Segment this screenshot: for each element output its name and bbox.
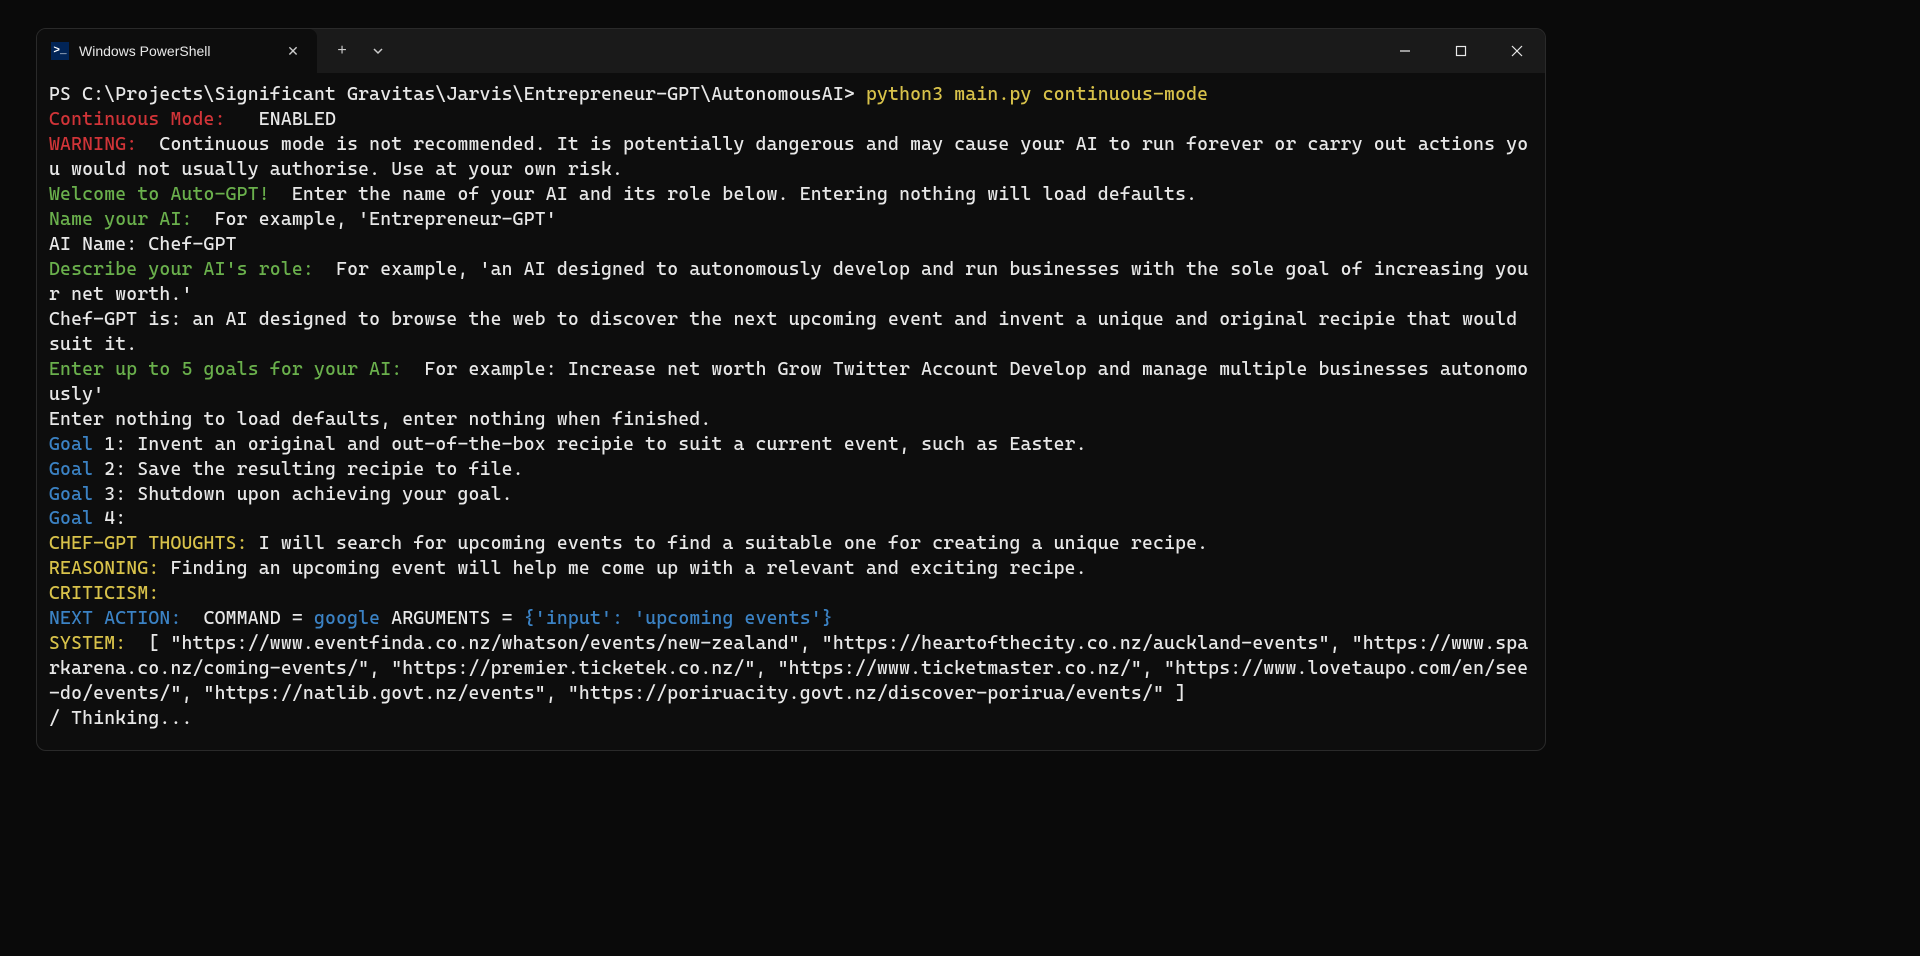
goal-4-text: 4:	[93, 508, 126, 529]
goal-2-label: Goal	[49, 459, 93, 480]
warning-label: WARNING:	[49, 134, 148, 155]
next-action-label: NEXT ACTION:	[49, 608, 193, 629]
welcome-text: Enter the name of your AI and its role b…	[281, 184, 1197, 205]
next-action-args: {'input': 'upcoming events'}	[524, 608, 833, 629]
command-input: python3 main.py continuous-mode	[855, 84, 1208, 105]
goal-1-label: Goal	[49, 434, 93, 455]
tab-powershell[interactable]: >_ Windows PowerShell ✕	[37, 29, 317, 73]
reasoning-label: REASONING:	[49, 558, 159, 579]
window-controls	[1377, 29, 1545, 73]
titlebar: >_ Windows PowerShell ✕ +	[37, 29, 1545, 73]
minimize-button[interactable]	[1377, 29, 1433, 73]
goal-2-text: 2: Save the resulting recipie to file.	[93, 459, 524, 480]
tab-dropdown-button[interactable]	[363, 36, 393, 66]
minimize-icon	[1399, 45, 1411, 57]
goals-label: Enter up to 5 goals for your AI:	[49, 359, 413, 380]
powershell-icon: >_	[51, 42, 69, 60]
system-output: [ "https://www.eventfinda.co.nz/whatson/…	[49, 633, 1528, 704]
goal-1-text: 1: Invent an original and out-of-the-box…	[93, 434, 1087, 455]
criticism-label: CRITICISM:	[49, 583, 159, 604]
next-action-args-label: ARGUMENTS =	[380, 608, 524, 629]
prompt-path: PS C:\Projects\Significant Gravitas\Jarv…	[49, 84, 855, 105]
chevron-down-icon	[372, 45, 384, 57]
thoughts-text: I will search for upcoming events to fin…	[248, 533, 1208, 554]
goal-4-label: Goal	[49, 508, 93, 529]
new-tab-button[interactable]: +	[327, 36, 357, 66]
close-window-button[interactable]	[1489, 29, 1545, 73]
next-action-command: google	[314, 608, 380, 629]
reasoning-text: Finding an upcoming event will help me c…	[159, 558, 1086, 579]
maximize-icon	[1455, 45, 1467, 57]
warning-text: Continuous mode is not recommended. It i…	[49, 134, 1528, 180]
name-ai-label: Name your AI:	[49, 209, 204, 230]
goals-hint: Enter nothing to load defaults, enter no…	[49, 409, 711, 430]
tab-title: Windows PowerShell	[79, 42, 273, 61]
terminal-window: >_ Windows PowerShell ✕ + PS C:\Projects…	[36, 28, 1546, 751]
thoughts-label: CHEF-GPT THOUGHTS:	[49, 533, 248, 554]
system-label: SYSTEM:	[49, 633, 137, 654]
describe-role-label: Describe your AI's role:	[49, 259, 325, 280]
next-action-command-label: COMMAND =	[193, 608, 314, 629]
chef-gpt-description: Chef-GPT is: an AI designed to browse th…	[49, 309, 1528, 355]
goal-3-label: Goal	[49, 484, 93, 505]
terminal-output[interactable]: PS C:\Projects\Significant Gravitas\Jarv…	[37, 73, 1545, 750]
continuous-mode-value: ENABLED	[237, 109, 336, 130]
tab-close-button[interactable]: ✕	[283, 41, 303, 61]
thinking-spinner: / Thinking...	[49, 708, 193, 729]
close-icon	[1511, 45, 1523, 57]
goal-3-text: 3: Shutdown upon achieving your goal.	[93, 484, 513, 505]
welcome-label: Welcome to Auto-GPT!	[49, 184, 281, 205]
continuous-mode-label: Continuous Mode:	[49, 109, 237, 130]
ai-name-line: AI Name: Chef-GPT	[49, 234, 237, 255]
name-ai-example: For example, 'Entrepreneur-GPT'	[204, 209, 557, 230]
tab-actions: +	[317, 29, 393, 73]
maximize-button[interactable]	[1433, 29, 1489, 73]
